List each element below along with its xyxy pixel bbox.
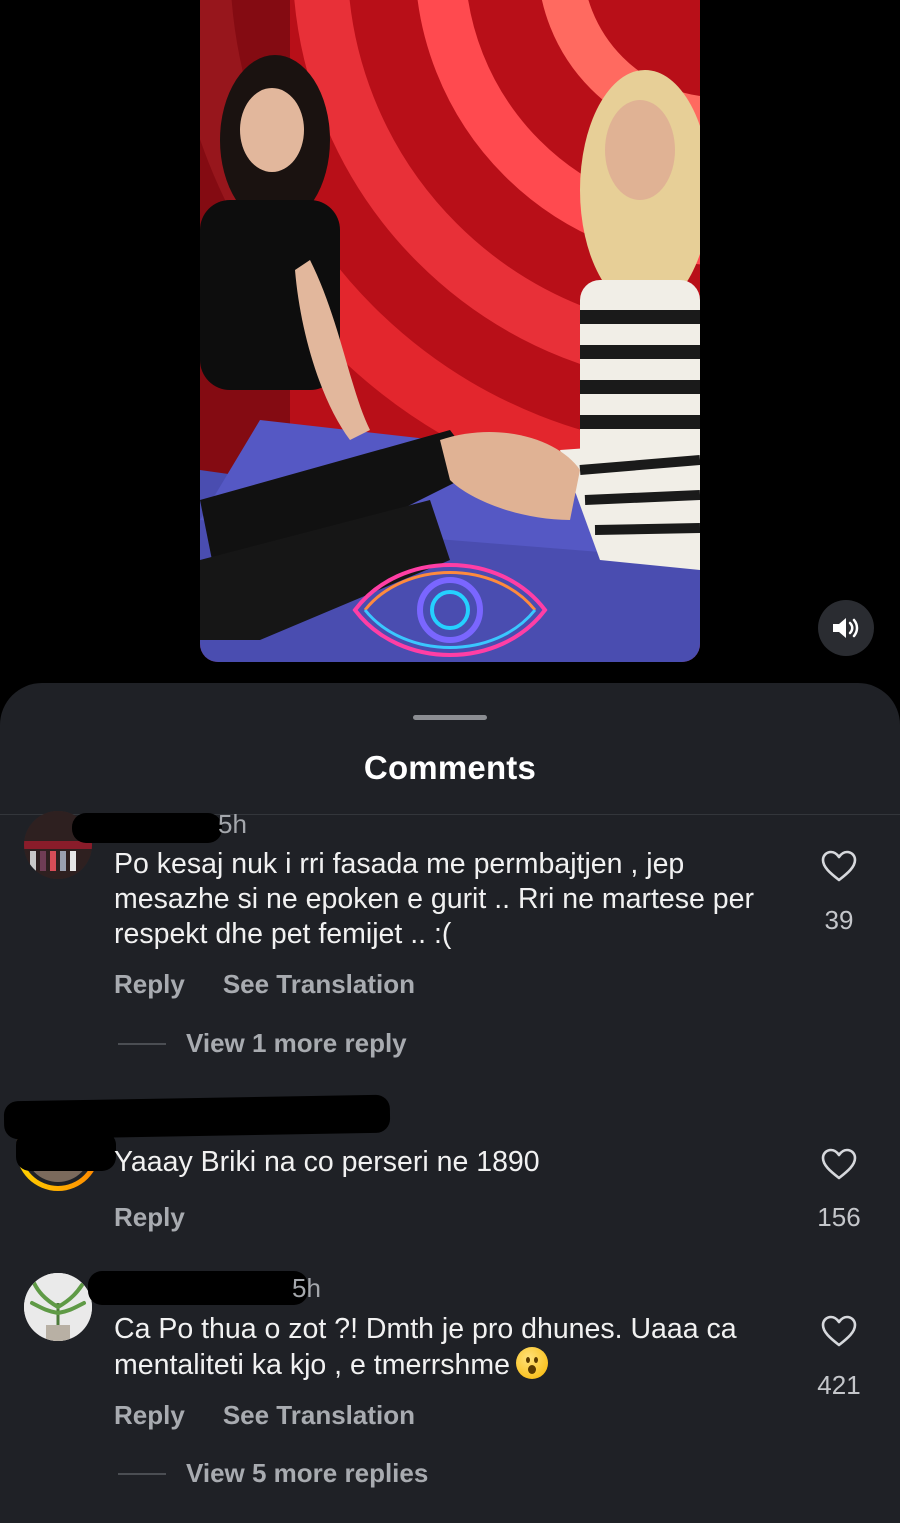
comment-text: Yaaay Briki na co perseri ne 1890 [114,1146,540,1178]
video-player[interactable] [200,0,700,662]
redacted-username [72,813,222,843]
comment-text-body: Ca Po thua o zot ?! Dmth je pro dhunes. … [114,1313,737,1381]
like-count: 156 [817,1202,861,1232]
view-replies-label: View 1 more reply [186,1028,407,1058]
view-replies-label: View 5 more replies [186,1458,429,1488]
mute-toggle-button[interactable] [818,600,874,656]
sheet-title: Comments [363,749,537,786]
avatar-image [24,1273,92,1341]
comment-actions: Reply See Translation [114,1400,415,1431]
comments-sheet: Comments 5h Po kesaj nuk i rri fasada me… [0,683,900,1523]
view-replies-button[interactable]: View 5 more replies [118,1458,428,1489]
replies-line [118,1472,166,1475]
astonished-face-emoji-icon [515,1347,548,1379]
sheet-grabber-handle[interactable] [413,715,487,720]
video-frame [200,0,700,662]
reply-button[interactable]: Reply [114,1202,185,1233]
comment-timestamp: 5h [292,1273,321,1303]
like-count: 39 [824,905,854,935]
avatar[interactable] [24,1273,92,1341]
view-replies-button[interactable]: View 1 more reply [118,1028,407,1059]
see-translation-button[interactable]: See Translation [223,1400,415,1431]
reply-button[interactable]: Reply [114,969,185,1000]
speaker-icon [833,618,859,638]
comment-text: Po kesaj nuk i rri fasada me permbajtjen… [114,848,754,950]
comment-actions: Reply [114,1202,185,1233]
reply-button[interactable]: Reply [114,1400,185,1431]
heart-icon[interactable] [820,849,858,883]
heart-icon[interactable] [820,1314,858,1348]
comment-text: Ca Po thua o zot ?! Dmth je pro dhunes. … [114,1312,774,1383]
heart-icon[interactable] [820,1147,858,1181]
see-translation-button[interactable]: See Translation [223,969,415,1000]
redacted-username [16,1131,116,1171]
like-count: 421 [817,1370,861,1400]
comment-timestamp: 5h [218,809,247,839]
comment-actions: Reply See Translation [114,969,415,1000]
replies-line [118,1042,166,1045]
redacted-username [88,1271,308,1305]
